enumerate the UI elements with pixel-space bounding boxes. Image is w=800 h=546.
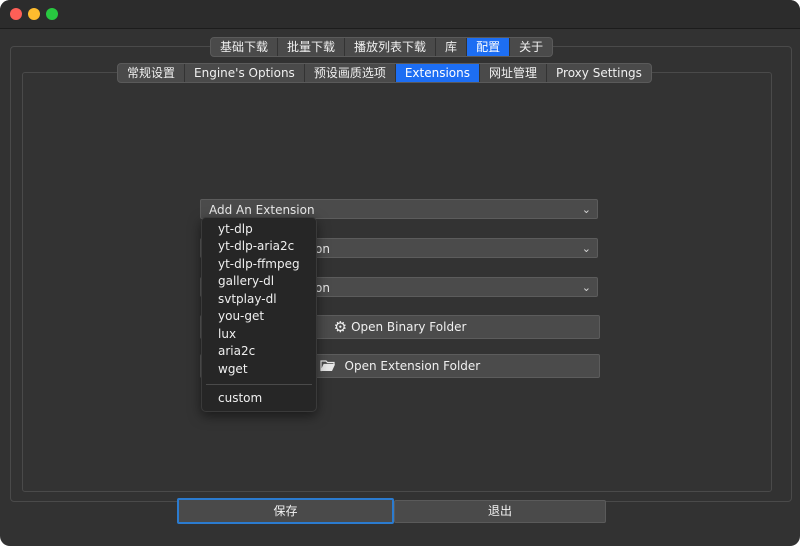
tab-general-settings[interactable]: 常规设置	[118, 64, 186, 82]
app-window: 基础下载 批量下载 播放列表下载 库 配置 关于 常规设置 Engine's O…	[0, 0, 800, 546]
dropdown-item-yt-dlp[interactable]: yt-dlp	[218, 222, 253, 236]
chevron-down-icon: ⌄	[581, 203, 591, 216]
tab-engine-options[interactable]: Engine's Options	[185, 64, 305, 82]
tab-about[interactable]: 关于	[510, 38, 552, 56]
tab-basic-download[interactable]: 基础下载	[211, 38, 279, 56]
close-window-button[interactable]	[10, 8, 22, 20]
tab-url-management[interactable]: 网址管理	[480, 64, 548, 82]
dropdown-item-custom[interactable]: custom	[218, 391, 262, 405]
dropdown-item-wget[interactable]: wget	[218, 362, 248, 376]
dropdown-separator	[206, 384, 312, 385]
extension-combo-2-label: on	[315, 242, 330, 256]
extension-dropdown-menu: yt-dlp yt-dlp-aria2c yt-dlp-ffmpeg galle…	[201, 217, 317, 412]
dropdown-item-gallery-dl[interactable]: gallery-dl	[218, 274, 274, 288]
extension-combo-3-label: on	[315, 281, 330, 295]
dropdown-item-svtplay-dl[interactable]: svtplay-dl	[218, 292, 277, 306]
open-extension-folder-label: Open Extension Folder	[344, 359, 481, 373]
dropdown-item-lux[interactable]: lux	[218, 327, 236, 341]
tab-playlist-download[interactable]: 播放列表下载	[345, 38, 437, 56]
add-extension-combo[interactable]: Add An Extension ⌄	[200, 199, 598, 219]
folder-open-icon	[320, 357, 341, 375]
title-bar	[0, 0, 800, 29]
settings-tab-bar: 常规设置 Engine's Options 预设画质选项 Extensions …	[117, 63, 652, 83]
dropdown-item-yt-dlp-aria2c[interactable]: yt-dlp-aria2c	[218, 239, 294, 253]
tab-library[interactable]: 库	[436, 38, 468, 56]
open-binary-folder-label: Open Binary Folder	[351, 320, 467, 334]
save-button[interactable]: 保存	[177, 498, 394, 524]
tab-batch-download[interactable]: 批量下载	[278, 38, 346, 56]
chevron-down-icon: ⌄	[581, 281, 591, 294]
dropdown-item-aria2c[interactable]: aria2c	[218, 344, 255, 358]
main-tab-bar: 基础下载 批量下载 播放列表下载 库 配置 关于	[210, 37, 554, 57]
minimize-window-button[interactable]	[28, 8, 40, 20]
maximize-window-button[interactable]	[46, 8, 58, 20]
tab-proxy-settings[interactable]: Proxy Settings	[547, 64, 651, 82]
tab-settings[interactable]: 配置	[467, 38, 511, 56]
quit-button[interactable]: 退出	[394, 500, 606, 523]
add-extension-combo-label: Add An Extension	[209, 203, 315, 217]
gear-icon: ⚙	[333, 318, 348, 336]
chevron-down-icon: ⌄	[581, 242, 591, 255]
dropdown-item-yt-dlp-ffmpeg[interactable]: yt-dlp-ffmpeg	[218, 257, 300, 271]
tab-quality-presets[interactable]: 预设画质选项	[305, 64, 396, 82]
tab-extensions[interactable]: Extensions	[395, 64, 480, 82]
dropdown-item-you-get[interactable]: you-get	[218, 309, 264, 323]
